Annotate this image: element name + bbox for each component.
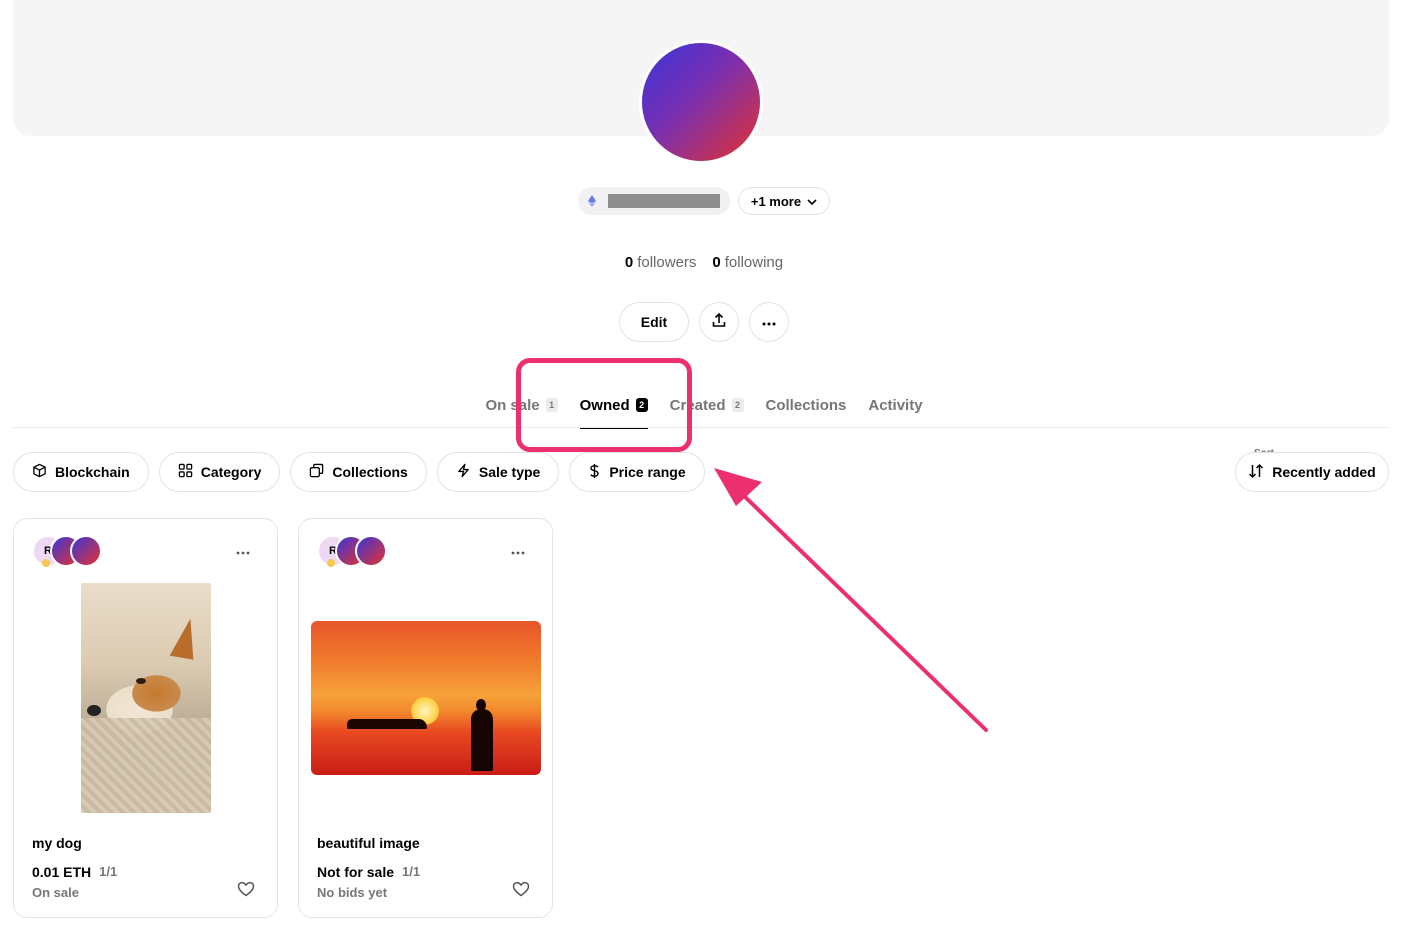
- image-detail: [169, 616, 201, 660]
- sort-value: Recently added: [1272, 464, 1376, 480]
- filter-label: Sale type: [478, 464, 541, 480]
- image-detail: [347, 719, 427, 729]
- wallet-address-pill[interactable]: [577, 187, 730, 215]
- image-detail: [87, 705, 101, 716]
- more-options-button[interactable]: [749, 302, 789, 342]
- card-price: 0.01 ETH: [32, 864, 92, 880]
- tabs-divider: [13, 427, 1389, 428]
- grid-icon: [178, 463, 193, 481]
- card-price-row: Not for sale 1/1: [317, 864, 420, 880]
- filter-label: Category: [200, 464, 262, 480]
- card-owner-avatars: R: [32, 535, 104, 567]
- more-addresses-label: +1 more: [750, 193, 802, 209]
- card-title[interactable]: my dog: [32, 835, 82, 851]
- image-detail: [136, 678, 146, 684]
- tab-count-badge: 2: [731, 398, 744, 412]
- followers-count: 0: [624, 254, 634, 271]
- filter-blockchain-button[interactable]: Blockchain: [13, 452, 149, 492]
- tab-label: Collections: [765, 396, 847, 414]
- card-menu-button[interactable]: [233, 541, 253, 561]
- ethereum-icon: [586, 194, 598, 208]
- filter-category-button[interactable]: Category: [158, 452, 281, 492]
- share-icon: [711, 312, 727, 333]
- card-title[interactable]: beautiful image: [317, 835, 420, 851]
- card-price: Not for sale: [317, 864, 395, 880]
- nft-card[interactable]: R my dog 0.01 ETH 1/1 On sale: [13, 518, 278, 918]
- card-status: No bids yet: [317, 885, 388, 900]
- filter-price-range-button[interactable]: Price range: [569, 452, 705, 492]
- card-owner-avatars: R: [317, 535, 389, 567]
- filter-label: Blockchain: [55, 464, 130, 480]
- card-status: On sale: [32, 885, 79, 900]
- image-detail: [471, 699, 493, 771]
- more-addresses-button[interactable]: +1 more: [737, 187, 831, 215]
- nft-image-sunset[interactable]: [311, 621, 541, 775]
- followers-label: followers: [637, 254, 697, 271]
- card-edition: 1/1: [402, 864, 421, 879]
- like-button[interactable]: [512, 881, 532, 901]
- filter-bar: Blockchain Category Collections Sale typ…: [13, 452, 705, 492]
- follow-stats: 0 followers 0 following: [0, 254, 1408, 271]
- nft-card[interactable]: R beautiful image Not for sale 1/1 No bi…: [298, 518, 553, 918]
- filter-sale-type-button[interactable]: Sale type: [436, 452, 560, 492]
- nft-image-dog[interactable]: [81, 583, 211, 813]
- filter-label: Price range: [609, 464, 686, 480]
- heart-icon: [237, 881, 255, 901]
- avatar: [355, 535, 387, 567]
- collections-icon: [309, 463, 324, 481]
- card-price-row: 0.01 ETH 1/1: [32, 864, 117, 880]
- sort-dropdown[interactable]: Recently added: [1235, 452, 1389, 492]
- address-row: +1 more: [0, 187, 1408, 215]
- following-link[interactable]: 0 following: [712, 254, 783, 271]
- tab-label: Activity: [868, 396, 923, 414]
- dollar-icon: [588, 463, 601, 482]
- ellipsis-icon: [236, 542, 250, 560]
- share-button[interactable]: [699, 302, 739, 342]
- image-detail: [81, 718, 211, 813]
- profile-actions: Edit: [0, 302, 1408, 342]
- ellipsis-icon: [762, 313, 776, 331]
- tab-collections[interactable]: Collections: [766, 392, 847, 418]
- avatar: [70, 535, 102, 567]
- heart-icon: [512, 881, 530, 901]
- tab-activity[interactable]: Activity: [868, 392, 922, 418]
- following-count: 0: [712, 254, 721, 271]
- card-edition: 1/1: [99, 864, 118, 879]
- profile-tabs: On sale 1 Owned 2 Created 2 Collections …: [0, 392, 1408, 429]
- like-button[interactable]: [237, 881, 257, 901]
- chevron-down-icon: [807, 194, 817, 209]
- filter-label: Collections: [332, 464, 408, 480]
- annotation-highlight-box: [516, 358, 692, 452]
- sort-arrows-icon: [1248, 463, 1264, 482]
- lightning-icon: [456, 463, 471, 481]
- wallet-address-redacted: [607, 194, 720, 208]
- card-menu-button[interactable]: [508, 541, 528, 561]
- cube-icon: [32, 463, 47, 481]
- filter-collections-button[interactable]: Collections: [290, 452, 427, 492]
- following-label: following: [724, 254, 784, 271]
- profile-avatar: [639, 40, 763, 164]
- ellipsis-icon: [511, 542, 525, 560]
- followers-link[interactable]: 0 followers: [625, 254, 697, 271]
- edit-button[interactable]: Edit: [619, 302, 689, 342]
